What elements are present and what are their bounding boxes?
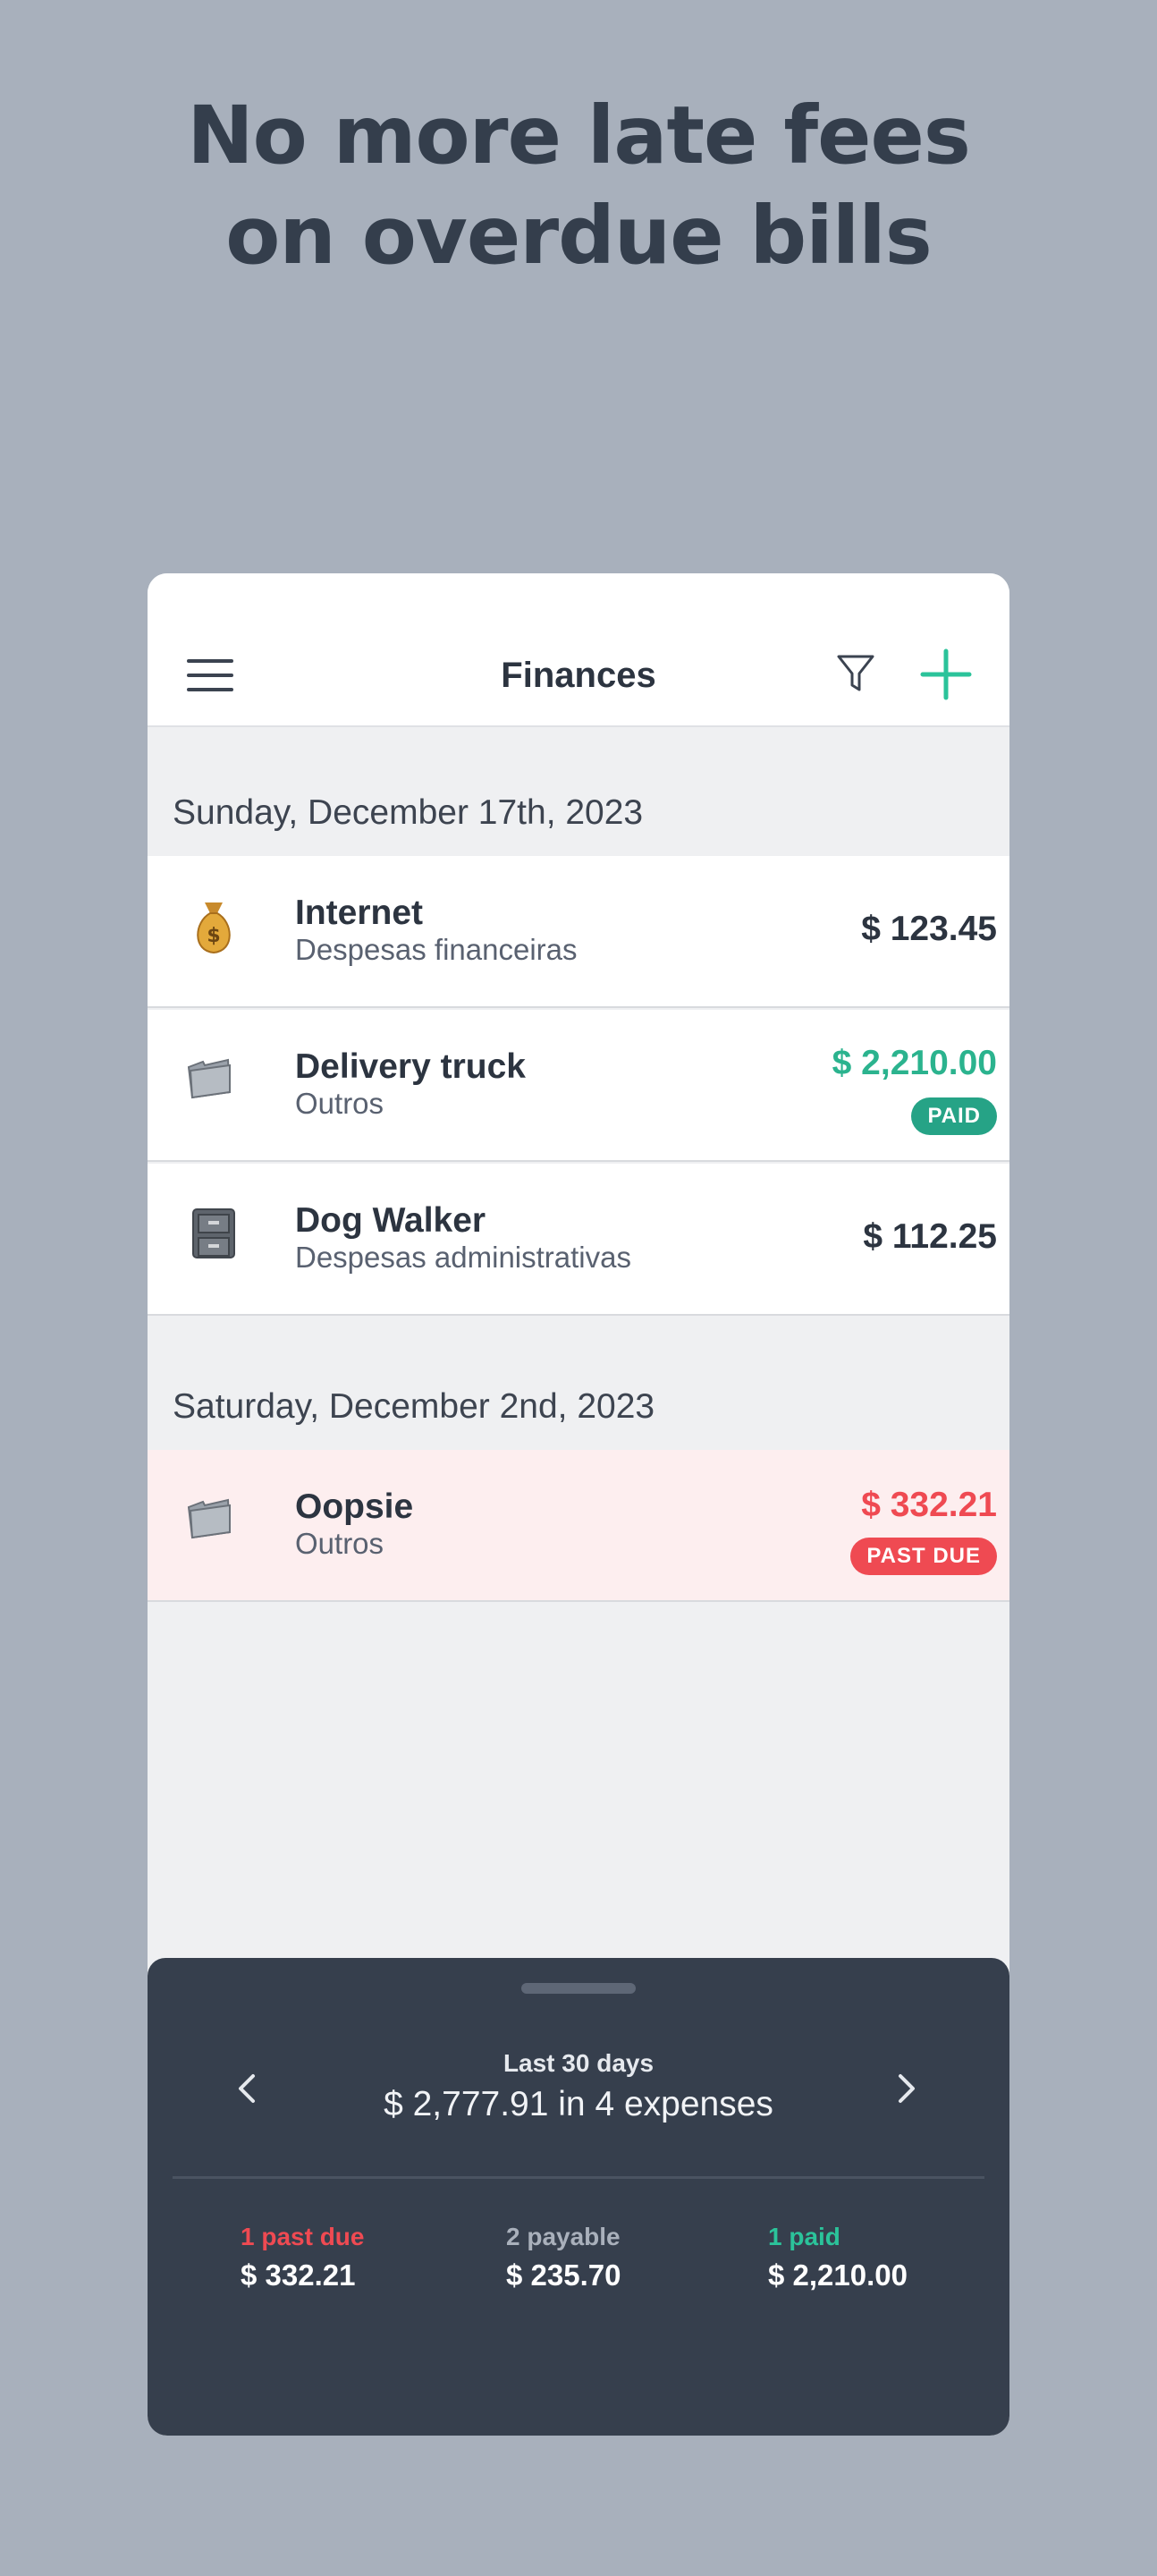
file-cabinet-icon <box>192 1208 235 1258</box>
chevron-right-icon[interactable] <box>890 2062 925 2115</box>
expense-category: Outros <box>295 1087 384 1120</box>
expense-amount: $ 112.25 <box>863 1217 997 1256</box>
headline-line-1: No more late fees <box>187 89 971 182</box>
expense-category: Outros <box>295 1527 384 1560</box>
expense-category: Despesas financeiras <box>295 933 578 966</box>
svg-text:$: $ <box>207 925 220 947</box>
expense-amount: $ 2,210.00 <box>832 1044 997 1082</box>
date-header: Saturday, December 2nd, 2023 <box>173 1387 655 1426</box>
expense-name: Internet <box>295 894 424 932</box>
expense-name: Delivery truck <box>295 1047 526 1086</box>
expense-row-internet[interactable]: $ Internet Despesas financeiras $ 123.45 <box>148 856 1009 1008</box>
stat-payable[interactable]: 2 payable $ 235.70 <box>506 2223 621 2292</box>
stat-value: $ 2,210.00 <box>768 2258 908 2292</box>
period-total: $ 2,777.91 in 4 expenses <box>384 2085 773 2123</box>
expense-name: Oopsie <box>295 1487 414 1526</box>
expense-amount: $ 332.21 <box>861 1486 997 1524</box>
period-label: Last 30 days <box>502 2049 655 2077</box>
stat-label: 1 past due <box>241 2223 365 2250</box>
expense-amount: $ 123.45 <box>861 910 997 948</box>
promo-headline: No more late fees on overdue bills <box>0 85 1157 285</box>
expense-row-delivery-truck[interactable]: Delivery truck Outros $ 2,210.00 PAID <box>148 1010 1009 1162</box>
stat-past-due[interactable]: 1 past due $ 332.21 <box>241 2223 364 2292</box>
stat-value: $ 332.21 <box>241 2258 356 2292</box>
headline-line-2: on overdue bills <box>225 189 933 282</box>
stat-paid[interactable]: 1 paid $ 2,210.00 <box>768 2223 908 2292</box>
money-bag-icon: $ <box>187 895 241 958</box>
stat-value: $ 235.70 <box>506 2258 621 2292</box>
expense-row-oopsie[interactable]: Oopsie Outros $ 332.21 PAST DUE <box>148 1450 1009 1602</box>
filter-icon[interactable] <box>836 652 875 695</box>
app-screen: Finances Sunday, December 17th, 2023 $ I… <box>148 573 1009 2436</box>
date-header: Sunday, December 17th, 2023 <box>173 793 644 832</box>
status-badge-past-due: PAST DUE <box>850 1538 997 1575</box>
add-icon[interactable] <box>920 648 972 700</box>
stat-label: 2 payable <box>506 2223 621 2250</box>
summary-sheet: Last 30 days $ 2,777.91 in 4 expenses 1 … <box>148 1958 1009 2436</box>
folder-icon <box>187 1498 232 1539</box>
stat-label: 1 paid <box>768 2223 840 2250</box>
expense-category: Despesas administrativas <box>295 1241 631 1274</box>
drag-handle[interactable] <box>521 1983 636 1994</box>
divider <box>173 2176 984 2179</box>
expense-name: Dog Walker <box>295 1201 486 1240</box>
page-title: Finances <box>501 656 656 695</box>
folder-icon <box>187 1058 232 1099</box>
app-bar: Finances <box>148 573 1009 727</box>
expense-row-dog-walker[interactable]: Dog Walker Despesas administrativas $ 11… <box>148 1164 1009 1316</box>
status-badge-paid: PAID <box>911 1097 997 1135</box>
